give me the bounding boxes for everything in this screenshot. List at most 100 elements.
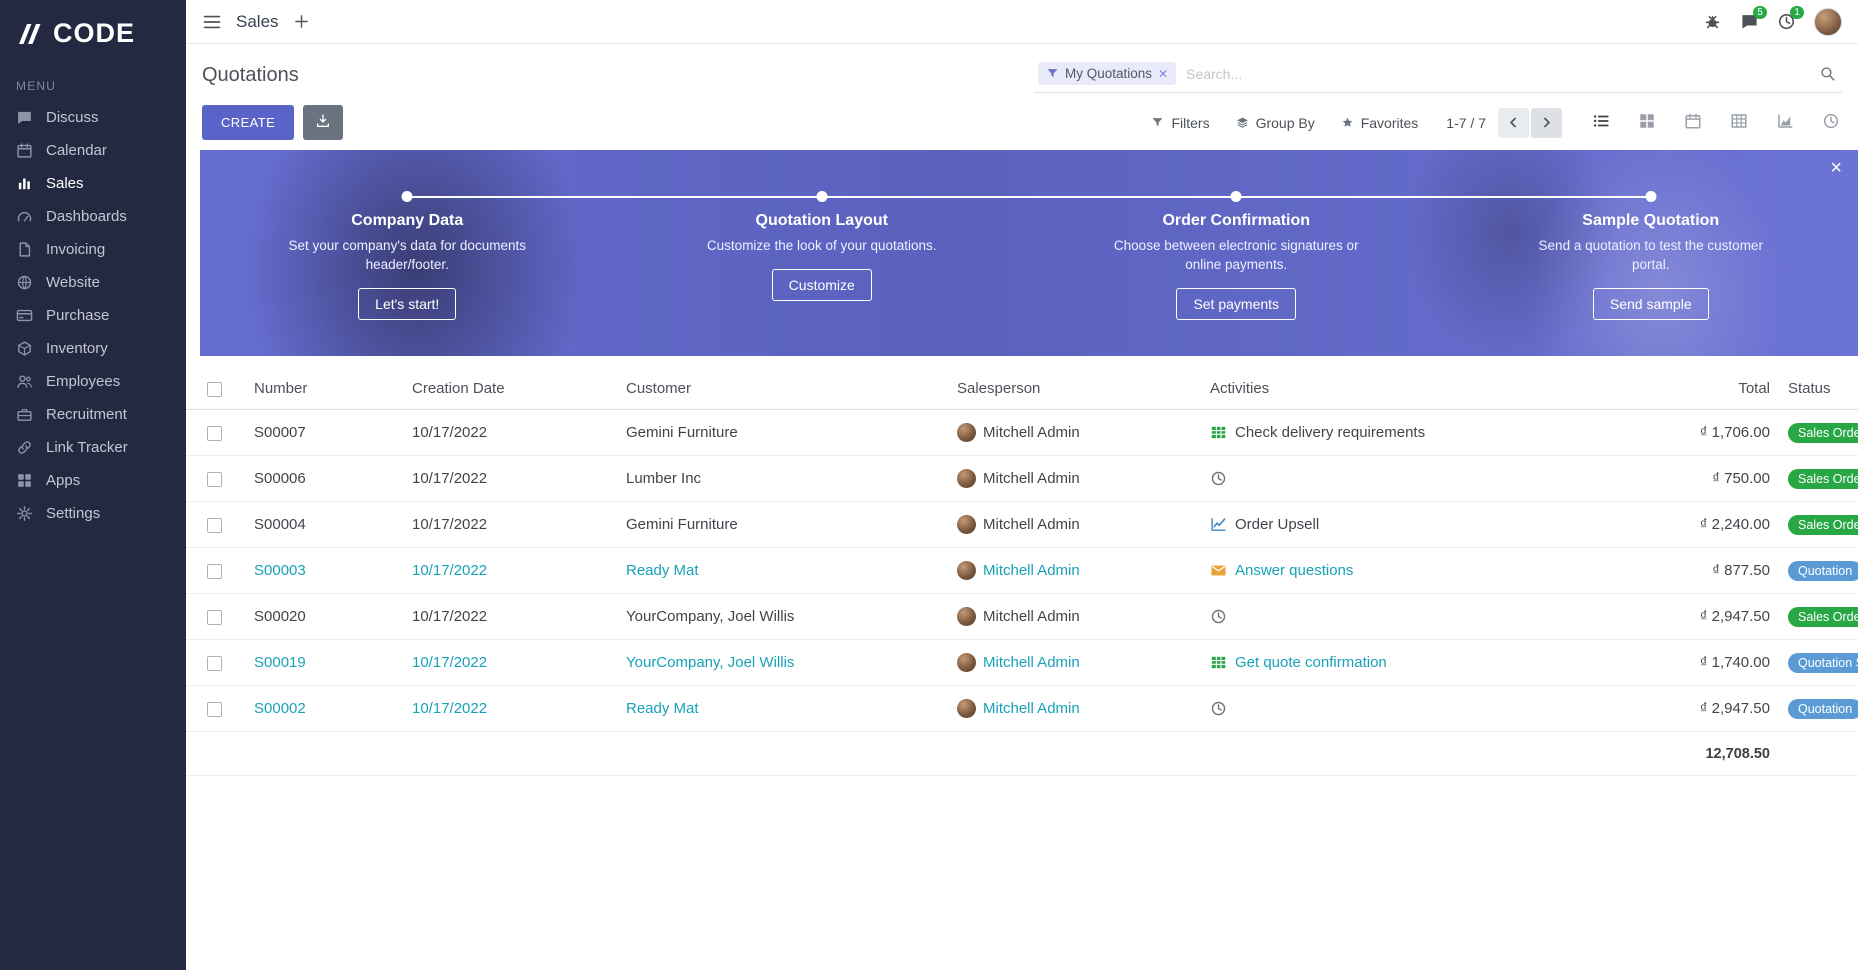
row-activity[interactable] (1210, 608, 1650, 625)
row-activity[interactable]: Get quote confirmation (1210, 654, 1650, 671)
search-icon[interactable] (1819, 65, 1836, 82)
step-dot (1645, 191, 1656, 202)
row-activity[interactable]: Check delivery requirements (1210, 424, 1650, 441)
sidebar-item-website[interactable]: Website (0, 266, 186, 299)
sidebar-item-invoicing[interactable]: Invoicing (0, 233, 186, 266)
group-by-button[interactable]: Group By (1236, 115, 1315, 131)
view-kanban-button[interactable] (1636, 110, 1658, 135)
salesperson-avatar (957, 423, 976, 442)
chart-line-icon (1210, 516, 1227, 533)
let-s-start--button[interactable]: Let's start! (358, 288, 456, 320)
customize-button[interactable]: Customize (772, 269, 872, 301)
add-tab-plus-icon[interactable] (293, 13, 310, 30)
column-header-total[interactable]: Total (1650, 380, 1770, 397)
favorites-button[interactable]: Favorites (1341, 115, 1419, 131)
table-row-s00020[interactable]: S0002010/17/2022YourCompany, Joel Willis… (186, 594, 1858, 640)
sidebar-item-label: Apps (46, 472, 80, 489)
create-button[interactable]: CREATE (202, 105, 294, 140)
sidebar-item-label: Dashboards (46, 208, 127, 225)
table-row-s00003[interactable]: S0000310/17/2022Ready MatMitchell AdminA… (186, 548, 1858, 594)
row-number: S00004 (254, 516, 412, 533)
pivot-view-icon (1730, 112, 1748, 130)
search-filter-chip[interactable]: My Quotations ✕ (1038, 62, 1176, 85)
column-header-activities[interactable]: Activities (1210, 380, 1650, 397)
table-row-s00002[interactable]: S0000210/17/2022Ready MatMitchell Admin₫… (186, 686, 1858, 732)
table-row-s00006[interactable]: S0000610/17/2022Lumber IncMitchell Admin… (186, 456, 1858, 502)
set-payments-button[interactable]: Set payments (1176, 288, 1296, 320)
sidebar-item-purchase[interactable]: Purchase (0, 299, 186, 332)
hamburger-menu-icon[interactable] (202, 12, 222, 32)
view-activity-button[interactable] (1820, 110, 1842, 135)
row-salesperson: Mitchell Admin (957, 423, 1210, 442)
pager-next-button[interactable] (1531, 108, 1562, 138)
row-checkbox[interactable] (207, 610, 222, 625)
column-header-status[interactable]: Status (1770, 380, 1858, 397)
page-title: Quotations (202, 64, 299, 87)
view-list-button[interactable] (1590, 110, 1612, 135)
column-header-salesperson[interactable]: Salesperson (957, 380, 1210, 397)
row-activity[interactable]: Order Upsell (1210, 516, 1650, 533)
row-checkbox[interactable] (207, 564, 222, 579)
user-avatar[interactable] (1814, 8, 1842, 36)
cells-icon (1210, 654, 1227, 671)
send-sample-button[interactable]: Send sample (1593, 288, 1709, 320)
sidebar-item-sales[interactable]: Sales (0, 167, 186, 200)
column-header-creation-date[interactable]: Creation Date (412, 380, 626, 397)
sidebar-item-employees[interactable]: Employees (0, 365, 186, 398)
sidebar-item-label: Settings (46, 505, 100, 522)
app-logo[interactable]: CODE (0, 0, 186, 63)
table-row-s00019[interactable]: S0001910/17/2022YourCompany, Joel Willis… (186, 640, 1858, 686)
sidebar-item-inventory[interactable]: Inventory (0, 332, 186, 365)
calendar-icon (16, 142, 33, 159)
sidebar-item-calendar[interactable]: Calendar (0, 134, 186, 167)
salesperson-name: Mitchell Admin (983, 562, 1080, 579)
salesperson-avatar (957, 653, 976, 672)
row-checkbox[interactable] (207, 702, 222, 717)
row-checkbox[interactable] (207, 472, 222, 487)
salesperson-avatar (957, 561, 976, 580)
column-header-number[interactable]: Number (254, 380, 412, 397)
search-input[interactable] (1186, 66, 1809, 82)
sidebar-item-settings[interactable]: Settings (0, 497, 186, 530)
view-pivot-button[interactable] (1728, 110, 1750, 135)
step-dot (1231, 191, 1242, 202)
column-header-customer[interactable]: Customer (626, 380, 957, 397)
cells-icon (1210, 424, 1227, 441)
salesperson-name: Mitchell Admin (983, 700, 1080, 717)
row-activity[interactable] (1210, 470, 1650, 487)
debug-bug-icon[interactable] (1703, 12, 1722, 31)
status-badge: Sales Order (1788, 423, 1858, 443)
pager-previous-button[interactable] (1498, 108, 1529, 138)
messages-icon[interactable]: 5 (1740, 12, 1759, 31)
view-graph-button[interactable] (1774, 110, 1796, 135)
search-bar[interactable]: My Quotations ✕ (1034, 58, 1842, 93)
row-status: Sales Order (1770, 423, 1858, 443)
view-calendar-button[interactable] (1682, 110, 1704, 135)
sidebar-item-link-tracker[interactable]: Link Tracker (0, 431, 186, 464)
sidebar-item-apps[interactable]: Apps (0, 464, 186, 497)
filters-button[interactable]: Filters (1151, 115, 1209, 131)
status-badge: Quotation (1788, 699, 1858, 719)
row-activity[interactable] (1210, 700, 1650, 717)
row-activity[interactable]: Answer questions (1210, 562, 1650, 579)
sidebar-item-recruitment[interactable]: Recruitment (0, 398, 186, 431)
remove-filter-icon[interactable]: ✕ (1158, 68, 1168, 80)
pager-range: 1-7 / 7 (1446, 115, 1486, 131)
table-row-s00004[interactable]: S0000410/17/2022Gemini FurnitureMitchell… (186, 502, 1858, 548)
sidebar-item-dashboards[interactable]: Dashboards (0, 200, 186, 233)
funnel-icon (1046, 67, 1059, 80)
sidebar-item-discuss[interactable]: Discuss (0, 101, 186, 134)
download-icon (315, 113, 331, 129)
list-view-icon (1592, 112, 1610, 130)
row-checkbox[interactable] (207, 656, 222, 671)
table-row-s00007[interactable]: S0000710/17/2022Gemini FurnitureMitchell… (186, 410, 1858, 456)
breadcrumb-app-title[interactable]: Sales (236, 12, 279, 32)
row-creation-date: 10/17/2022 (412, 700, 626, 717)
sidebar-item-label: Sales (46, 175, 84, 192)
row-checkbox[interactable] (207, 426, 222, 441)
export-button[interactable] (303, 105, 343, 140)
row-checkbox[interactable] (207, 518, 222, 533)
quotations-table: NumberCreation DateCustomerSalespersonAc… (186, 368, 1858, 776)
select-all-checkbox[interactable] (207, 382, 222, 397)
activities-clock-icon[interactable]: 1 (1777, 12, 1796, 31)
